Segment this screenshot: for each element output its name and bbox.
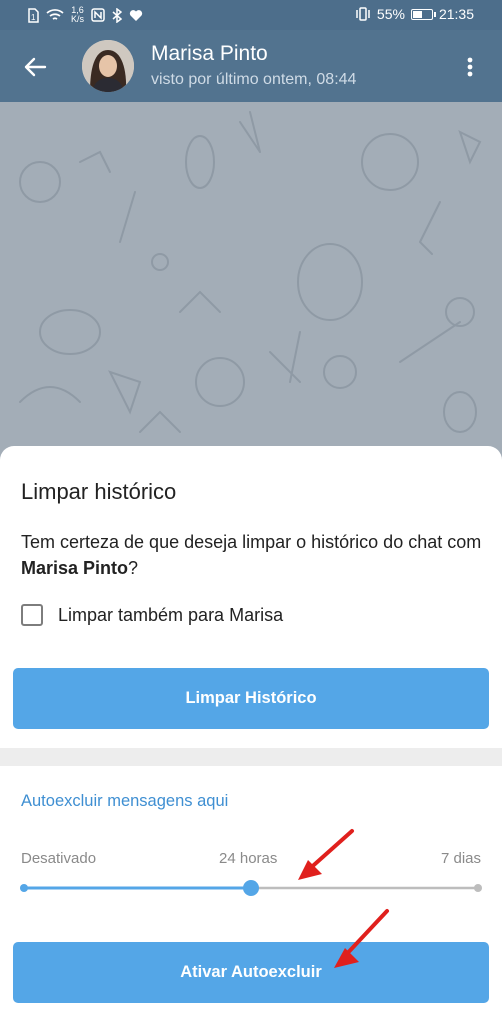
message-suffix: ? [128,558,139,578]
wifi-icon [46,9,64,20]
message-contact-name: Marisa Pinto [21,558,129,578]
status-bar: 1 1,6 K/s 55% 21:35 [0,0,502,30]
slider-thumb[interactable] [243,880,259,896]
contact-name[interactable]: Marisa Pinto [151,42,268,66]
clear-history-sheet: Limpar histórico Tem certeza de que dese… [0,446,502,1024]
autodelete-slider[interactable] [18,878,484,898]
annotation-arrow-icon [334,909,389,968]
clear-for-contact-option[interactable]: Limpar também para Marisa [21,604,283,626]
more-vertical-icon [467,57,473,77]
svg-text:1: 1 [31,13,36,22]
sim-icon: 1 [28,7,39,23]
activate-autodelete-button[interactable]: Ativar Autoexcluir [13,942,489,1003]
section-divider [0,748,502,766]
battery-icon [410,8,436,20]
slider-label-off[interactable]: Desativado [21,850,96,867]
network-speed: 1,6 K/s [71,6,84,24]
dialog-message: Tem certeza de que deseja limpar o histó… [21,529,486,581]
slider-label-24h[interactable]: 24 horas [219,850,277,867]
checkbox-label[interactable]: Limpar também para Marisa [58,605,283,626]
clear-for-contact-checkbox[interactable] [21,604,43,626]
clock: 21:35 [438,6,474,22]
last-seen-status: visto por último ontem, 08:44 [151,71,357,88]
slider-tick-7d [474,884,482,892]
slider-tick-off [20,884,28,892]
nfc-icon [91,8,105,22]
slider-label-7d[interactable]: 7 dias [441,850,481,867]
heart-icon [129,9,143,21]
back-button[interactable] [20,52,50,82]
chat-header: Marisa Pinto visto por último ontem, 08:… [0,30,502,102]
clear-history-button[interactable]: Limpar Histórico [13,668,489,729]
status-right-icons: 55% 21:35 [355,6,474,22]
autodelete-section-title: Autoexcluir mensagens aqui [21,792,229,810]
status-left-icons: 1 1,6 K/s [28,6,143,24]
arrow-left-icon [24,57,47,77]
vibrate-icon [356,7,370,21]
avatar[interactable] [82,40,134,92]
bluetooth-icon [112,7,123,23]
message-prefix: Tem certeza de que deseja limpar o histó… [21,532,482,552]
more-options-button[interactable] [458,52,482,82]
battery-percent: 55% [376,6,405,22]
speed-unit: K/s [71,14,85,24]
chat-wallpaper [0,102,502,462]
annotation-arrow-icon [298,829,354,880]
dialog-title: Limpar histórico [21,479,177,504]
